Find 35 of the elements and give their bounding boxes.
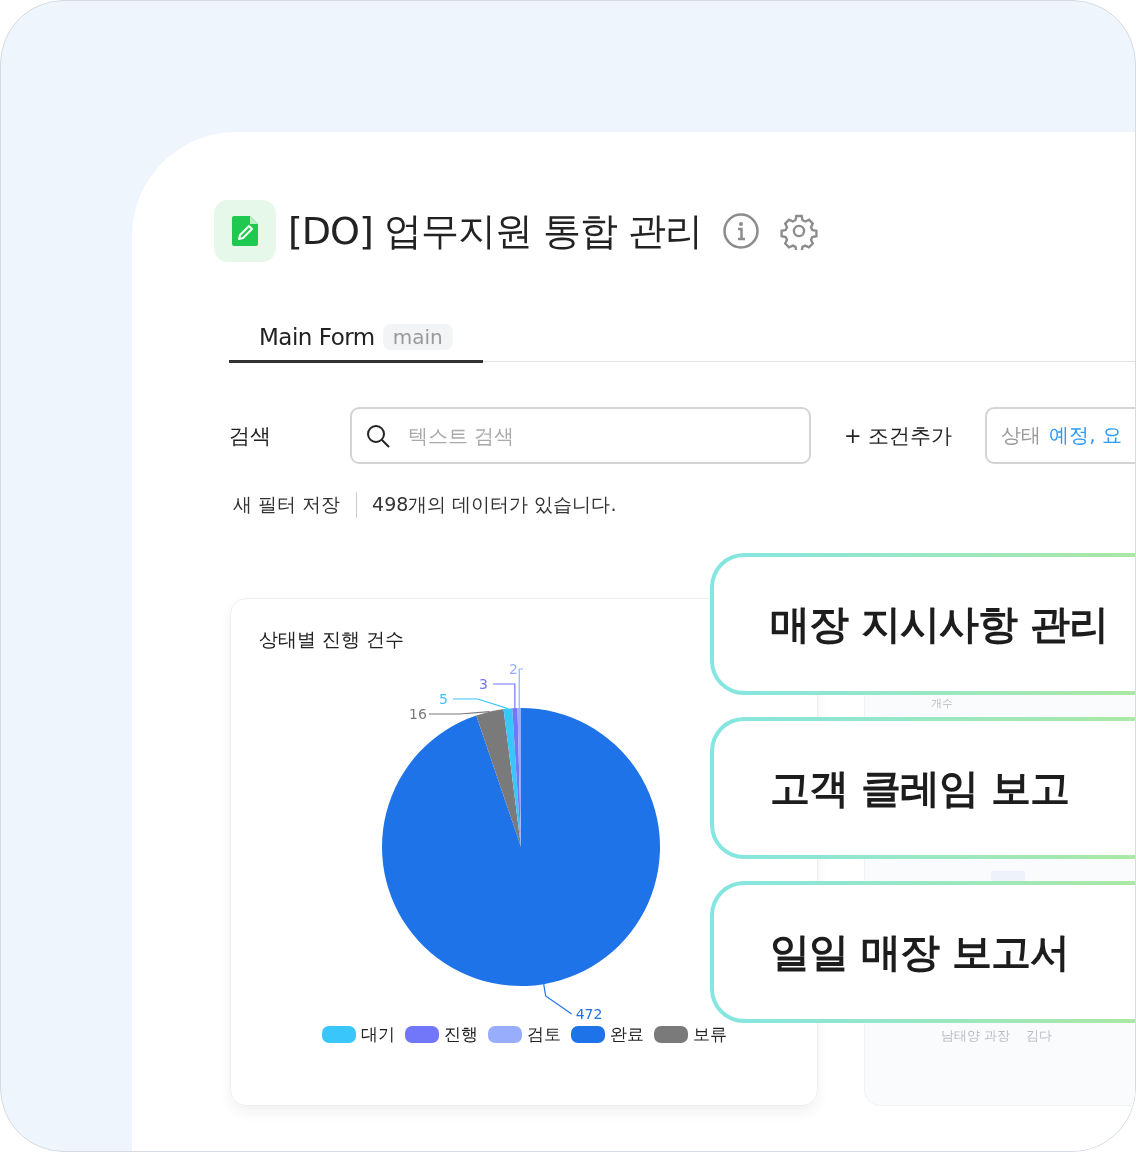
data-label: 2 xyxy=(509,661,518,677)
tab-badge: main xyxy=(382,324,453,350)
record-count: 498개의 데이터가 있습니다. xyxy=(372,492,617,517)
save-filter-button[interactable]: 새 필터 저장 xyxy=(233,492,358,518)
axis-label: 남태양 과장 xyxy=(941,1027,1011,1045)
axis-label: 개수 xyxy=(931,697,954,711)
chart-title: 상태별 진행 건수 xyxy=(259,627,406,652)
legend-swatch xyxy=(487,1026,522,1043)
legend-label: 완료 xyxy=(609,1023,644,1046)
form-card[interactable]: 일일 매장 보고서 xyxy=(710,881,1135,1023)
data-label: 3 xyxy=(479,676,488,692)
tab[interactable]: Main Form main xyxy=(229,324,483,363)
form-card[interactable]: 매장 지시사항 관리 xyxy=(710,553,1135,695)
form-card[interactable]: 고객 클레임 보고 xyxy=(710,717,1135,859)
data-label: 16 xyxy=(409,706,427,722)
document-edit-icon xyxy=(214,200,276,262)
info-icon[interactable] xyxy=(722,212,761,250)
legend-swatch xyxy=(653,1026,688,1043)
search-label: 검색 xyxy=(229,422,272,450)
search-field[interactable]: 텍스트 검색 xyxy=(350,407,811,464)
legend-label: 진행 xyxy=(443,1023,478,1046)
data-label: 5 xyxy=(439,691,448,707)
axis-label: 김다 xyxy=(1026,1027,1053,1045)
data-label: 472 xyxy=(543,983,603,1022)
legend-label: 대기 xyxy=(360,1023,395,1046)
legend-label: 보류 xyxy=(692,1023,727,1046)
settings-icon[interactable] xyxy=(780,212,819,250)
page-title: [DO] 업무지원 통합 관리 xyxy=(288,207,703,255)
legend-swatch xyxy=(321,1026,356,1043)
search-icon xyxy=(365,423,391,449)
add-condition-button[interactable]: + 조건추가 xyxy=(844,421,953,450)
legend-swatch xyxy=(404,1026,439,1043)
legend-swatch xyxy=(570,1026,605,1043)
data-label: 472 xyxy=(575,1005,603,1022)
legend-label: 검토 xyxy=(526,1023,561,1046)
